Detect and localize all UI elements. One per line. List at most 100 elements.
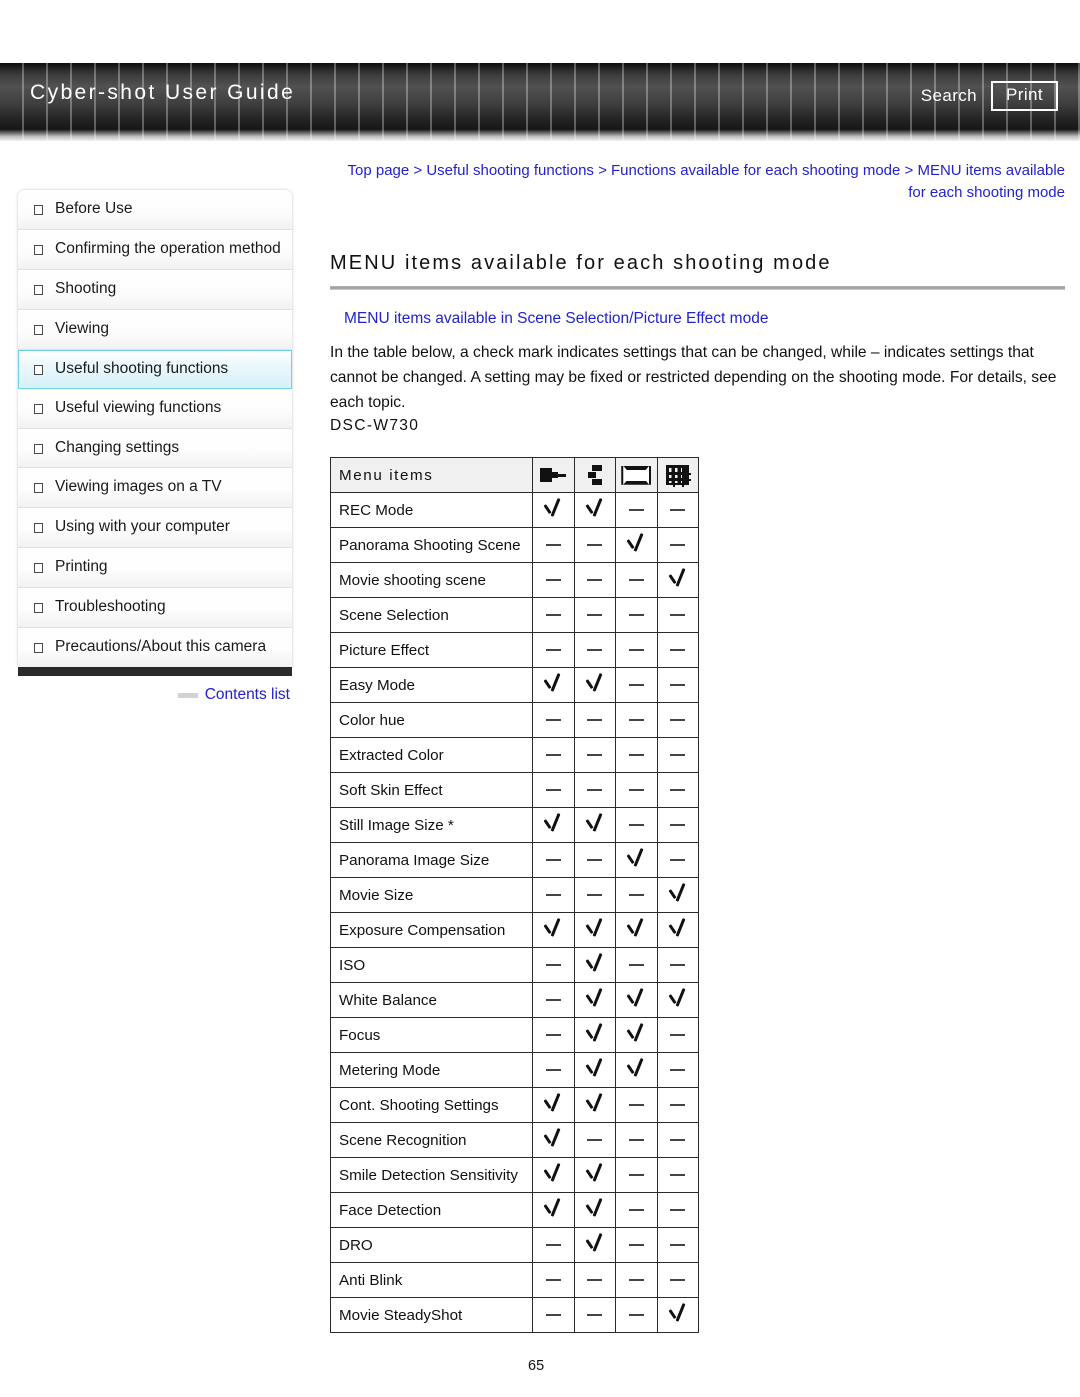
model-name: DSC-W730 — [330, 417, 420, 435]
availability-dash-icon — [615, 1297, 658, 1334]
dash-icon — [587, 1313, 603, 1317]
table-row: Movie shooting scene — [330, 562, 699, 599]
availability-dash-icon — [573, 1262, 616, 1299]
check-icon — [542, 672, 564, 694]
availability-dash-icon — [532, 562, 575, 599]
availability-check-icon — [656, 982, 699, 1019]
sidebar-item-label: Shooting — [55, 279, 117, 297]
availability-dash-icon — [656, 702, 699, 739]
dash-icon — [670, 613, 686, 617]
table-row: Panorama Shooting Scene — [330, 527, 699, 564]
dash-icon — [545, 1243, 561, 1247]
breadcrumb[interactable]: Top page > Useful shooting functions > F… — [330, 160, 1066, 204]
availability-dash-icon — [615, 1262, 658, 1299]
sidebar-item-using-with-your-computer[interactable]: Using with your computer — [18, 508, 292, 549]
dash-icon — [545, 858, 561, 862]
availability-dash-icon — [532, 597, 575, 634]
sidebar-item-viewing-images-on-a-tv[interactable]: Viewing images on a TV — [18, 468, 292, 509]
dash-icon — [587, 648, 603, 652]
menu-item-name: Panorama Shooting Scene — [330, 527, 533, 564]
dash-icon — [545, 893, 561, 897]
sidebar-item-label: Viewing images on a TV — [55, 478, 222, 496]
sidebar-item-precautions-about-this-camera[interactable]: Precautions/About this camera — [18, 628, 292, 668]
availability-check-icon — [656, 877, 699, 914]
check-icon — [625, 1057, 647, 1079]
sidebar-item-shooting[interactable]: Shooting — [18, 269, 292, 310]
menu-item-name: Movie SteadyShot — [330, 1297, 533, 1334]
dash-icon — [670, 823, 686, 827]
print-button[interactable]: Print — [991, 81, 1058, 111]
check-icon — [584, 497, 606, 519]
availability-check-icon — [615, 1017, 658, 1054]
bullet-icon — [34, 643, 43, 654]
dash-icon — [545, 1033, 561, 1037]
availability-check-icon — [573, 1227, 616, 1264]
availability-dash-icon — [573, 1297, 616, 1334]
availability-check-icon — [532, 1087, 575, 1124]
dash-icon — [670, 1278, 686, 1282]
menu-item-name: Cont. Shooting Settings — [330, 1087, 533, 1124]
availability-dash-icon — [532, 737, 575, 774]
sidebar-item-changing-settings[interactable]: Changing settings — [18, 428, 292, 469]
menu-item-name: Face Detection — [330, 1192, 533, 1229]
availability-dash-icon — [532, 1017, 575, 1054]
scene-selection-link[interactable]: MENU items available in Scene Selection/… — [344, 310, 1065, 328]
check-icon — [625, 847, 647, 869]
sidebar-item-troubleshooting[interactable]: Troubleshooting — [18, 588, 292, 629]
bullet-icon — [34, 523, 43, 534]
availability-dash-icon — [615, 1087, 658, 1124]
dash-icon — [545, 753, 561, 757]
column-header-panorama-mode — [615, 457, 658, 494]
availability-dash-icon — [656, 667, 699, 704]
availability-dash-icon — [656, 1227, 699, 1264]
sidebar-item-label: Using with your computer — [55, 518, 230, 536]
sidebar-item-viewing[interactable]: Viewing — [18, 309, 292, 350]
table-row: Scene Selection — [330, 597, 699, 634]
availability-check-icon — [573, 1087, 616, 1124]
availability-check-icon — [532, 1157, 575, 1194]
check-icon — [625, 1022, 647, 1044]
check-icon — [584, 672, 606, 694]
table-header-row: Menu items — [330, 457, 699, 494]
dash-icon — [670, 1173, 686, 1177]
dash-icon — [587, 893, 603, 897]
availability-dash-icon — [615, 877, 658, 914]
table-row: Extracted Color — [330, 737, 699, 774]
sidebar-item-before-use[interactable]: Before Use — [18, 190, 292, 230]
sidebar-item-useful-viewing-functions[interactable]: Useful viewing functions — [18, 388, 292, 429]
check-icon — [667, 987, 689, 1009]
dash-icon — [545, 788, 561, 792]
contents-list-link[interactable]: Contents list — [205, 686, 290, 704]
description-paragraph: In the table below, a check mark indicat… — [330, 343, 1057, 412]
menu-item-name: Smile Detection Sensitivity — [330, 1157, 533, 1194]
site-title: Cyber-shot User Guide — [30, 81, 296, 104]
dash-icon — [670, 1103, 686, 1107]
availability-dash-icon — [573, 527, 616, 564]
dash-icon — [670, 753, 686, 757]
sidebar-item-label: Before Use — [55, 200, 133, 217]
menu-item-name: Soft Skin Effect — [330, 772, 533, 809]
menu-item-name: Easy Mode — [330, 667, 533, 704]
dash-icon — [670, 648, 686, 652]
sidebar-item-useful-shooting-functions[interactable]: Useful shooting functions — [18, 349, 292, 389]
sidebar-item-label: Useful shooting functions — [55, 359, 229, 377]
availability-dash-icon — [656, 492, 699, 529]
header-actions: Search Print — [921, 81, 1058, 111]
search-button[interactable]: Search — [921, 86, 977, 106]
menu-item-name: Extracted Color — [330, 737, 533, 774]
dash-icon — [587, 543, 603, 547]
dash-icon — [545, 718, 561, 722]
dash-icon — [670, 1068, 686, 1072]
table-row: Focus — [330, 1017, 699, 1054]
check-icon — [667, 567, 689, 589]
table-row: Picture Effect — [330, 632, 699, 669]
bullet-icon — [34, 324, 43, 335]
bullet-icon — [34, 244, 43, 255]
sidebar-item-confirming-the-operation-method[interactable]: Confirming the operation method — [18, 229, 292, 270]
dash-icon — [545, 613, 561, 617]
dash-icon — [587, 1278, 603, 1282]
sidebar-item-printing[interactable]: Printing — [18, 548, 292, 589]
bullet-icon — [34, 483, 43, 494]
menu-item-name: ISO — [330, 947, 533, 984]
availability-dash-icon — [615, 737, 658, 774]
